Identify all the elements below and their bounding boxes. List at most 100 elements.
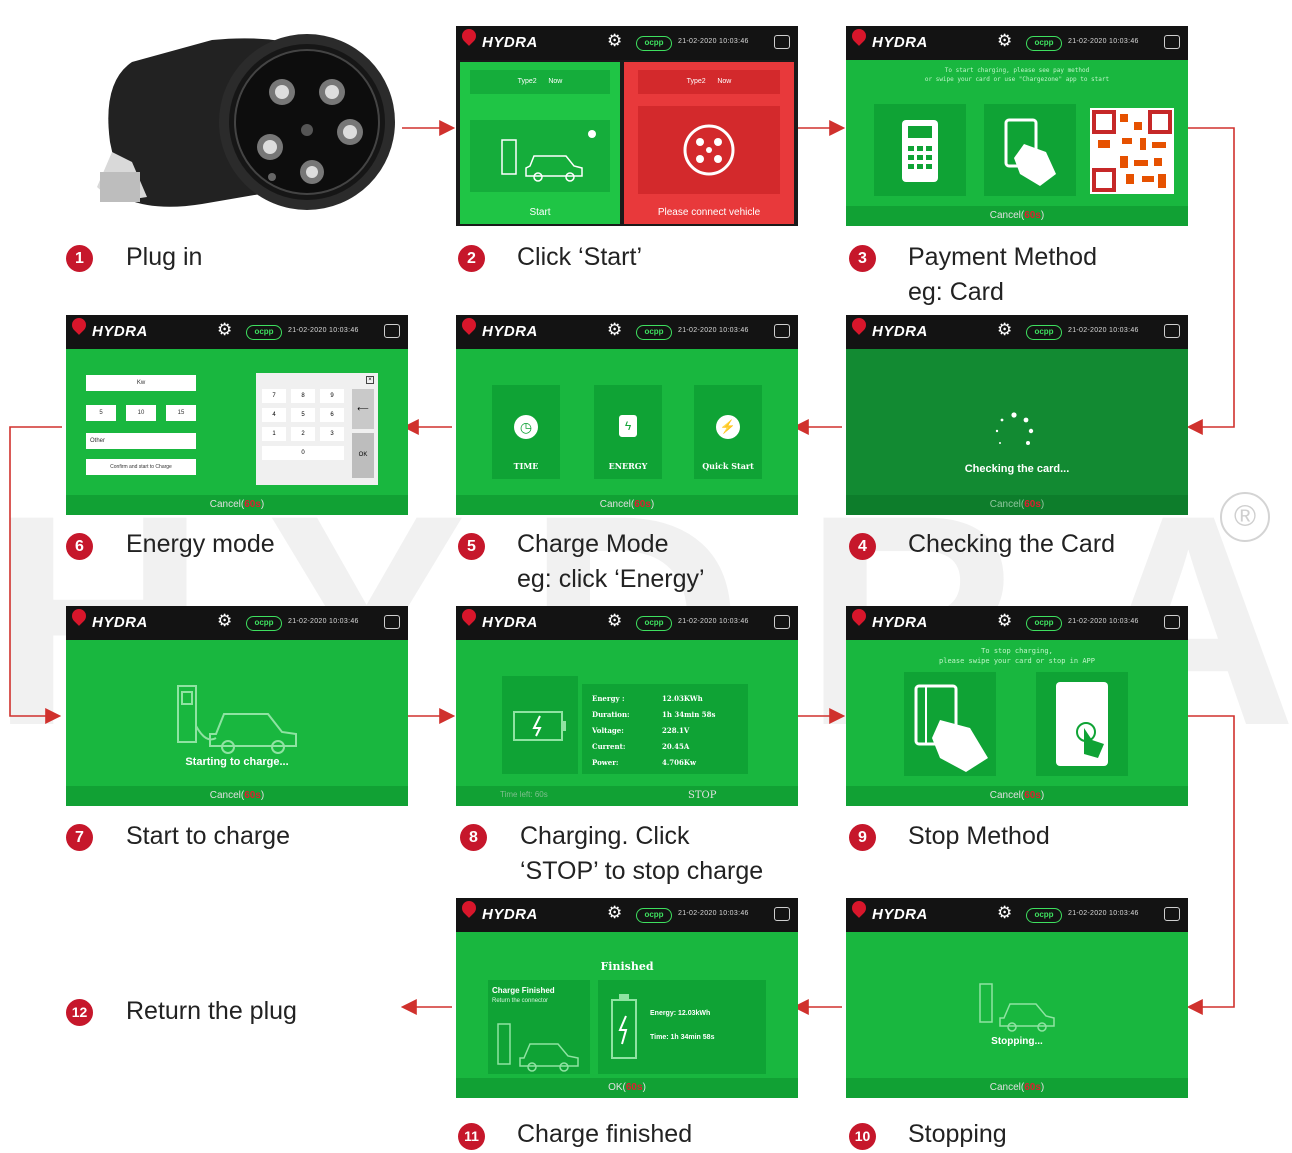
step-number-12: 12 [66,999,93,1026]
cancel-button[interactable]: Cancel(60s) [456,495,798,515]
stop-by-card-option[interactable] [904,672,996,776]
screen-icon [774,324,790,338]
cancel-button[interactable]: Cancel(60s) [66,786,408,806]
brand-name: HYDRA [872,906,928,923]
mode-time-label: TIME [513,461,539,471]
cancel-button[interactable]: Cancel(60s) [846,1078,1188,1098]
brand-name: HYDRA [482,906,538,923]
starting-charge-message: Starting to charge... [185,756,289,768]
ev-charging-icon [497,1023,579,1072]
gear-icon[interactable]: ⚙ [217,320,232,340]
hydra-logo-icon [849,898,869,918]
stop-button[interactable]: STOP [688,790,716,801]
final-energy: Energy: 12.03kWh [650,1010,711,1017]
energy-bolt-icon: ϟ [619,415,637,437]
mode-energy-button[interactable]: ϟ ENERGY [594,385,662,479]
step-caption-9: Stop Method [908,822,1050,850]
hydra-logo-icon [459,606,479,626]
qr-code-option[interactable] [1090,108,1174,194]
step-number-9: 9 [849,824,876,851]
cancel-button[interactable]: Cancel(60s) [846,786,1188,806]
connect-vehicle-card: Type2 Now Please connect vehicle [624,62,794,224]
gear-icon[interactable]: ⚙ [607,31,622,51]
datetime: 21-02-2020 10:03:46 [288,618,359,625]
metric-value: 1h 34min 58s [662,709,716,719]
gear-icon[interactable]: ⚙ [997,611,1012,631]
brand-name: HYDRA [872,614,928,631]
mode-quick-start-button[interactable]: ⚡ Quick Start [694,385,762,479]
start-card[interactable]: Type2 Now Start [460,62,620,224]
screen-header: HYDRA ⚙ ocpp 21-02-2020 10:03:46 [846,898,1188,932]
keypad-ok-button[interactable]: OK [352,433,374,478]
key-9[interactable]: 9 [320,389,344,403]
key-5[interactable]: 5 [291,408,315,422]
ok-button[interactable]: OK(60s) [456,1078,798,1098]
gear-icon[interactable]: ⚙ [607,320,622,340]
key-2[interactable]: 2 [291,427,315,441]
type-row: Type2 Now [470,70,610,94]
cancel-button[interactable]: Cancel(60s) [846,495,1188,515]
gear-icon[interactable]: ⚙ [997,903,1012,923]
qr-code-icon [1092,110,1172,192]
screen-charge-finished: HYDRA ⚙ ocpp 21-02-2020 10:03:46 Finishe… [456,898,798,1098]
step-number-5: 5 [458,533,485,560]
numeric-keypad: × 7 8 9 4 5 6 1 2 3 0 ⟵ OK [256,373,378,485]
screen-stop-method: HYDRA ⚙ ocpp 21-02-2020 10:03:46 To stop… [846,606,1188,806]
preset-10-button[interactable]: 10 [126,405,156,421]
key-1[interactable]: 1 [262,427,286,441]
step-caption-5: Charge Mode eg: click ‘Energy’ [517,530,705,593]
ocpp-status-badge: ocpp [1026,325,1062,340]
key-3[interactable]: 3 [320,427,344,441]
ocpp-status-badge: ocpp [636,616,672,631]
screen-header: HYDRA ⚙ ocpp 21-02-2020 10:03:46 [66,606,408,640]
screen-icon [774,615,790,629]
hydra-logo-icon [459,315,479,335]
step-caption-4: Checking the Card [908,530,1116,558]
mode-time-button[interactable]: ◷ TIME [492,385,560,479]
stop-by-app-option[interactable] [1036,672,1128,776]
brand-name: HYDRA [92,323,148,340]
datetime: 21-02-2020 10:03:46 [1068,327,1139,334]
gear-icon[interactable]: ⚙ [607,903,622,923]
hydra-logo-icon [849,315,869,335]
screen-energy-mode: HYDRA ⚙ ocpp 21-02-2020 10:03:46 Kw 5 10… [66,315,408,515]
key-7[interactable]: 7 [262,389,286,403]
gear-icon[interactable]: ⚙ [997,31,1012,51]
other-input[interactable]: Other [86,433,196,449]
card-swipe-option[interactable] [984,104,1076,196]
screen-header: HYDRA ⚙ ocpp 21-02-2020 10:03:46 [456,606,798,640]
preset-5-button[interactable]: 5 [86,405,116,421]
preset-15-button[interactable]: 15 [166,405,196,421]
energy-kw-field[interactable]: Kw [86,375,196,391]
key-6[interactable]: 6 [320,408,344,422]
datetime: 21-02-2020 10:03:46 [1068,618,1139,625]
ocpp-status-badge: ocpp [636,908,672,923]
cancel-button[interactable]: Cancel(60s) [66,495,408,515]
hydra-logo-icon [459,26,479,46]
hydra-logo-icon [459,898,479,918]
quick-start-icon: ⚡ [716,415,740,439]
key-0[interactable]: 0 [262,446,344,460]
arrow-3-4 [1184,127,1235,435]
keypad-close-icon[interactable]: × [366,376,374,384]
hydra-logo-icon [69,315,89,335]
metric-row: Voltage: 228.1V [592,722,742,738]
step-number-3: 3 [849,245,876,272]
brand-name: HYDRA [482,323,538,340]
screen-start: HYDRA ⚙ ocpp 21-02-2020 10:03:46 Type2 N… [456,26,798,226]
backspace-icon[interactable]: ⟵ [352,389,374,429]
brand-name: HYDRA [482,34,538,51]
gear-icon[interactable]: ⚙ [997,320,1012,340]
screen-icon [384,324,400,338]
key-8[interactable]: 8 [291,389,315,403]
pos-terminal-option[interactable] [874,104,966,196]
step-caption-7: Start to charge [126,822,290,850]
step-caption-2: Click ‘Start’ [517,243,643,271]
key-4[interactable]: 4 [262,408,286,422]
gear-icon[interactable]: ⚙ [217,611,232,631]
confirm-start-button[interactable]: Confirm and start to Charge [86,459,196,475]
screen-icon [1164,324,1180,338]
cancel-button[interactable]: Cancel(60s) [846,206,1188,226]
datetime: 21-02-2020 10:03:46 [678,910,749,917]
gear-icon[interactable]: ⚙ [607,611,622,631]
